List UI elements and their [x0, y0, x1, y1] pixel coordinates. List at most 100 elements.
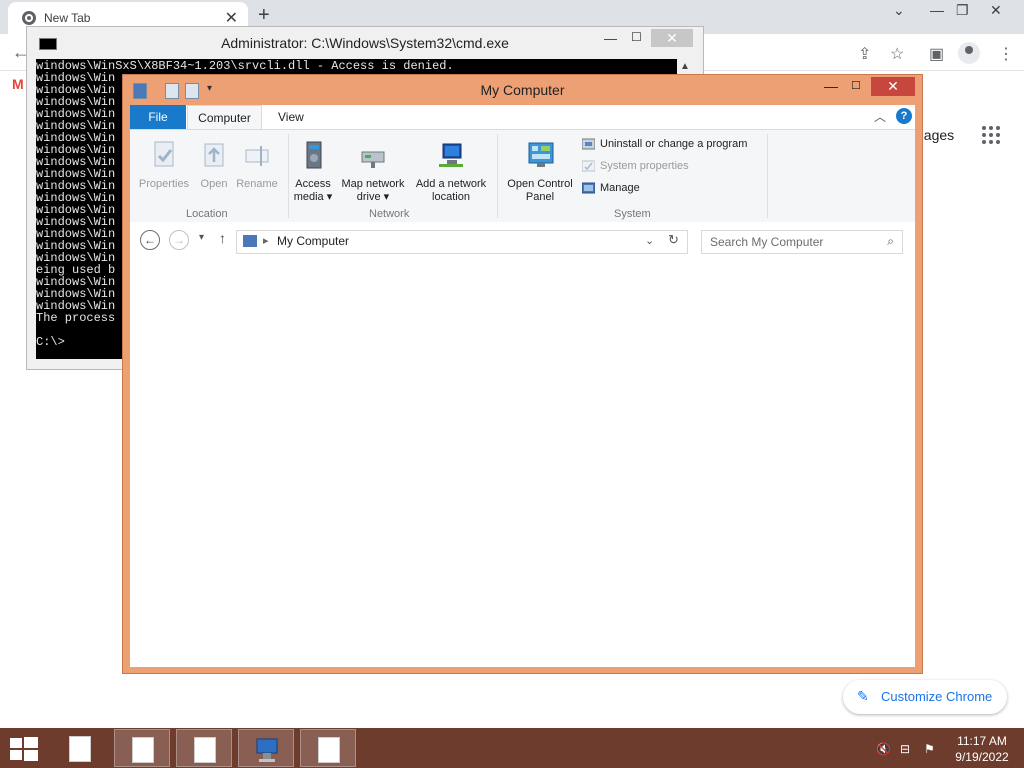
refresh-icon[interactable]: ↻ — [668, 232, 679, 248]
properties-label: Properties — [138, 178, 190, 190]
taskbar-item[interactable] — [52, 729, 108, 767]
profile-icon[interactable] — [958, 42, 980, 64]
address-dropdown-icon[interactable]: ⌄ — [645, 234, 654, 247]
file-list-area[interactable] — [130, 262, 915, 667]
scroll-up-icon[interactable]: ▲ — [680, 61, 690, 72]
forward-button[interactable]: → — [169, 230, 189, 250]
location-group-label: Location — [186, 208, 228, 220]
manage-label: Manage — [600, 182, 640, 194]
document-icon — [132, 737, 154, 763]
search-icon[interactable]: ⌕ — [887, 234, 894, 249]
add-location-label-2: location — [432, 191, 470, 203]
explorer-minimize-button[interactable]: — — [824, 78, 838, 94]
ribbon-tabs: File Computer View ︿ ? — [130, 105, 915, 129]
properties-icon — [154, 141, 174, 167]
map-drive-label-1: Map network — [341, 178, 405, 190]
cmd-close-button[interactable]: ✕ — [651, 29, 693, 47]
control-panel-label-2: Panel — [525, 191, 555, 203]
tab-file[interactable]: File — [130, 105, 186, 129]
rename-label: Rename — [236, 178, 278, 190]
up-button[interactable]: ↑ — [219, 230, 226, 246]
rename-button[interactable]: Rename — [234, 140, 280, 191]
speaker-muted-icon[interactable]: 🔇 — [876, 742, 891, 756]
share-icon[interactable]: ⇪ — [858, 44, 871, 64]
sidebar-icon[interactable]: ▣ — [929, 44, 944, 64]
cmd-titlebar[interactable]: Administrator: C:\Windows\System32\cmd.e… — [27, 27, 703, 57]
control-panel-label-1: Open Control — [507, 178, 573, 190]
address-path[interactable]: My Computer — [277, 234, 349, 248]
explorer-close-button[interactable]: ✕ — [871, 77, 915, 96]
tab-search-icon[interactable]: ⌄ — [893, 2, 905, 19]
taskbar-item[interactable] — [176, 729, 232, 767]
customize-chrome-label: Customize Chrome — [881, 689, 993, 704]
access-media-button[interactable]: Access media ▾ — [292, 140, 334, 204]
star-icon[interactable]: ☆ — [890, 44, 904, 64]
windows-start-icon[interactable] — [10, 737, 38, 761]
ribbon-collapse-icon[interactable]: ︿ — [874, 108, 886, 125]
uninstall-label: Uninstall or change a program — [600, 138, 748, 150]
map-network-drive-button[interactable]: Map network drive ▾ — [336, 140, 410, 204]
tab-view[interactable]: View — [278, 110, 304, 124]
restore-button[interactable]: ❐ — [956, 2, 969, 19]
clock-date: 9/19/2022 — [955, 750, 1009, 764]
cmd-maximize-button[interactable]: ☐ — [631, 30, 642, 44]
properties-button[interactable]: Properties — [136, 140, 192, 191]
system-properties-button[interactable]: System properties — [582, 160, 689, 172]
flag-icon[interactable]: ⚑ — [924, 742, 935, 756]
breadcrumb-chevron-icon[interactable]: ▸ — [263, 234, 269, 247]
system-properties-label: System properties — [600, 160, 689, 172]
uninstall-program-button[interactable]: Uninstall or change a program — [582, 138, 747, 150]
system-clock[interactable]: 11:17 AM 9/19/2022 — [950, 733, 1014, 765]
control-panel-icon — [528, 142, 554, 167]
taskbar-item[interactable] — [300, 729, 356, 767]
tab-title: New Tab — [44, 11, 91, 25]
taskbar-item-explorer[interactable] — [238, 729, 294, 767]
close-browser-button[interactable]: ✕ — [990, 2, 1002, 19]
tab-computer[interactable]: Computer — [187, 105, 262, 129]
recent-locations-icon[interactable]: ▾ — [199, 232, 204, 243]
access-media-icon — [306, 141, 322, 169]
rename-icon — [245, 146, 269, 166]
back-button[interactable]: ← — [140, 230, 160, 250]
tab-close-button[interactable]: ✕ — [225, 8, 238, 28]
add-location-label-1: Add a network — [415, 178, 487, 190]
customize-chrome-button[interactable]: ✎ Customize Chrome — [843, 680, 1007, 714]
console-prompt: C:\> — [36, 335, 65, 349]
ribbon-separator — [288, 134, 289, 218]
search-placeholder: Search My Computer — [710, 235, 824, 249]
open-control-panel-button[interactable]: Open Control Panel — [502, 140, 578, 204]
search-input[interactable]: Search My Computer ⌕ — [701, 230, 903, 254]
taskbar: 🔇 ⊟ ⚑ 11:17 AM 9/19/2022 — [0, 728, 1024, 768]
add-network-location-button[interactable]: Add a network location — [412, 140, 490, 204]
manage-icon — [582, 182, 595, 194]
apps-grid-icon[interactable] — [982, 126, 1000, 144]
system-properties-icon — [582, 160, 595, 172]
chrome-logo-icon — [22, 11, 36, 25]
document-icon — [69, 736, 91, 762]
open-button[interactable]: Open — [196, 140, 232, 191]
document-icon — [318, 737, 340, 763]
map-drive-label-2: drive ▾ — [356, 191, 390, 203]
pencil-icon: ✎ — [857, 688, 869, 704]
map-drive-icon — [361, 151, 385, 168]
access-media-label-1: Access — [295, 178, 331, 190]
kebab-menu-icon[interactable]: ⋮ — [998, 44, 1014, 64]
explorer-title: My Computer — [480, 82, 565, 98]
ribbon: Properties Open Rename Location Access m… — [130, 129, 915, 223]
new-tab-button[interactable]: + — [258, 4, 270, 27]
cmd-title: Administrator: C:\Windows\System32\cmd.e… — [221, 35, 509, 51]
taskbar-item[interactable] — [114, 729, 170, 767]
network-icon[interactable]: ⊟ — [900, 742, 910, 756]
open-icon — [204, 143, 224, 167]
explorer-window: ▾ My Computer — ☐ ✕ File Computer View ︿… — [122, 74, 923, 674]
explorer-maximize-button[interactable]: ☐ — [851, 79, 861, 92]
gmail-icon[interactable]: M — [12, 76, 24, 92]
help-icon[interactable]: ? — [896, 108, 912, 124]
cmd-minimize-button[interactable]: — — [604, 31, 617, 46]
manage-button[interactable]: Manage — [582, 182, 640, 194]
address-bar[interactable]: ▸ My Computer ⌄ — [236, 230, 688, 254]
navigation-bar: ← → ▾ ↑ ▸ My Computer ⌄ ↻ Search My Comp… — [130, 222, 915, 262]
ribbon-separator — [767, 134, 768, 218]
minimize-button[interactable]: — — [930, 2, 944, 18]
clock-time: 11:17 AM — [957, 734, 1007, 748]
